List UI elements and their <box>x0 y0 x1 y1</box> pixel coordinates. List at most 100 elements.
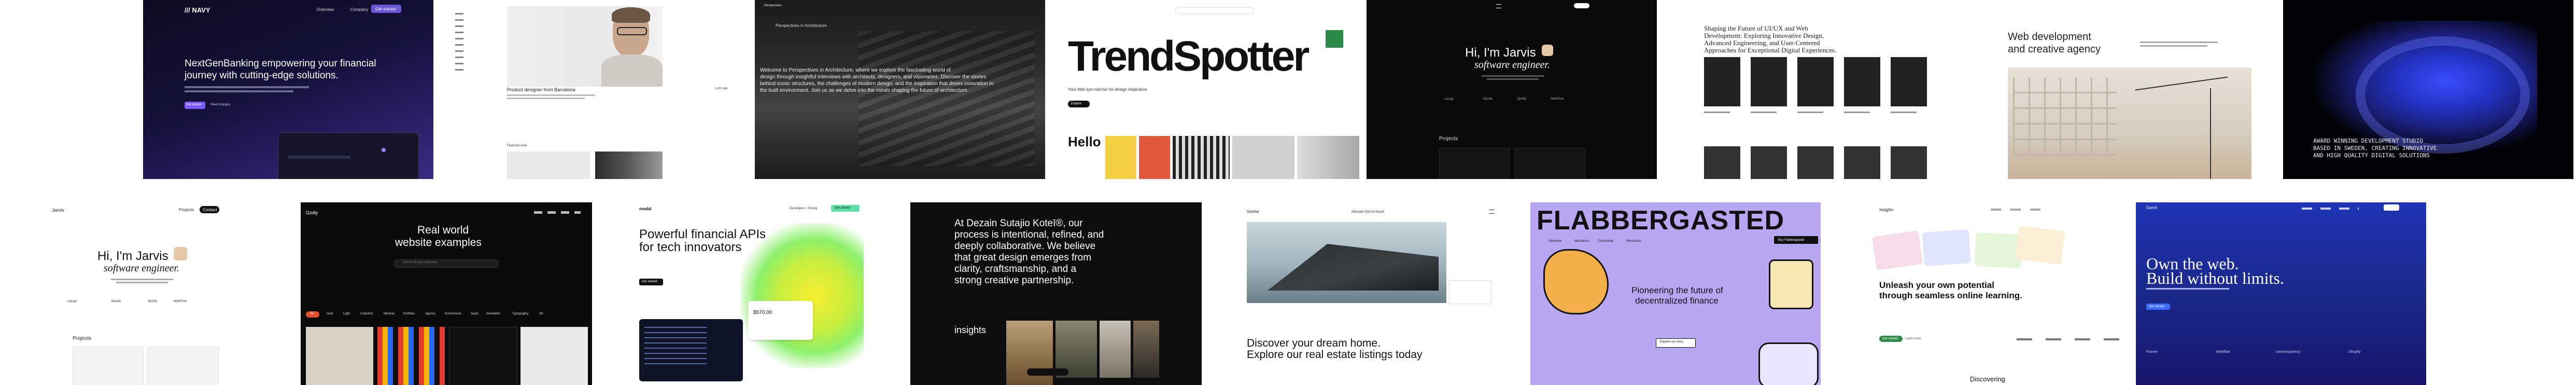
learn-more-link[interactable]: Learn more <box>1905 337 1921 340</box>
media-controls[interactable] <box>1027 368 1068 376</box>
project-card[interactable] <box>148 347 219 385</box>
hello-thumb[interactable]: Hello <box>1068 134 1101 150</box>
example-thumb[interactable] <box>377 327 445 385</box>
project-card[interactable] <box>1514 148 1585 179</box>
docs-label: Explore our docs <box>1660 340 1684 343</box>
tile-sunrise[interactable]: Sunrise Houses Get in touch Discover you… <box>1236 202 1506 385</box>
logo[interactable]: Godly <box>306 210 318 215</box>
tile-financial-apis[interactable]: modal Developers Pricing Get started Pow… <box>626 202 864 385</box>
tag-label[interactable]: Colourful <box>360 312 373 315</box>
tile-shaping-future[interactable]: Shaping the Future of UI/UX and Web Deve… <box>1676 0 1966 179</box>
example-thumb[interactable] <box>449 327 517 385</box>
logo[interactable]: Jarvis <box>52 208 64 213</box>
nav-links[interactable]: Houses Get in touch <box>1352 210 1384 214</box>
tag-label[interactable]: 3D <box>539 312 543 315</box>
menu-icon[interactable] <box>1489 210 1494 214</box>
secondary-cta[interactable]: Read changes <box>210 103 231 106</box>
nav-item-company[interactable]: Company <box>350 7 368 12</box>
contact-link[interactable]: Let's talk <box>715 87 728 90</box>
nav-links[interactable] <box>534 211 581 214</box>
nav-links[interactable] <box>1991 209 2048 211</box>
tile-dezain[interactable]: At Dezain Sutajio Koteī®, our process is… <box>910 202 1202 385</box>
tile-web-agency[interactable]: Web development and creative agency <box>1984 0 2275 179</box>
headline: Shaping the Future of UI/UX and Web Deve… <box>1704 24 1837 54</box>
example-thumb[interactable] <box>520 327 588 385</box>
gallery-thumb[interactable] <box>1173 136 1230 179</box>
contact-label: Contact <box>203 208 217 212</box>
tagline-line-1: AWARD WINNING DEVELOPMENT STUDIO <box>2313 138 2423 144</box>
insight-image[interactable] <box>1133 321 1159 378</box>
partner-logos <box>2017 338 2125 340</box>
decor-shape <box>1543 249 1609 314</box>
work-thumb[interactable] <box>507 152 590 179</box>
tile-insight-learning[interactable]: Insight+ Unleash your own potential thro… <box>1851 202 2141 385</box>
portrait-grid-row-2 <box>1704 146 1937 179</box>
nav-item-projects[interactable]: Projects <box>179 208 194 212</box>
logo[interactable]: modal <box>639 207 652 211</box>
process-line-5: clarity, craftsmanship, and a <box>954 264 1077 274</box>
projects-heading: Projects <box>1439 136 1458 142</box>
gallery-thumb[interactable] <box>1232 136 1294 179</box>
project-card[interactable] <box>73 347 144 385</box>
nav-item-developers[interactable]: Developers <box>790 207 805 210</box>
body-text <box>507 98 585 99</box>
tag-label[interactable]: Agency <box>425 312 435 315</box>
gallery-thumb[interactable] <box>1297 136 1359 179</box>
client-logo: Spotify <box>148 300 158 303</box>
nav-item[interactable]: Resources <box>1626 240 1641 243</box>
tile-godly[interactable]: Godly Real world website examples Search… <box>301 202 592 385</box>
tag-label[interactable]: Light <box>343 312 350 315</box>
architecture-stair <box>858 31 1035 166</box>
partner-logo: Lemonsqueezy <box>2276 350 2301 354</box>
tag-label[interactable]: Minimal <box>384 312 395 315</box>
nav-item[interactable]: Overview <box>1549 240 1561 243</box>
search-bar[interactable] <box>1175 7 1254 13</box>
nav-item-overview[interactable]: Overview <box>317 7 334 12</box>
projects-heading: Projects <box>73 336 92 341</box>
gallery-thumb[interactable] <box>1105 136 1136 179</box>
gallery-thumb[interactable] <box>1139 136 1170 179</box>
tile-flabbergasted[interactable]: FLABBERGASTED Overview Mechanics Communi… <box>1530 202 1821 385</box>
nav-item[interactable]: Mechanics <box>1574 240 1589 243</box>
nav-item-pricing[interactable]: Pricing <box>808 207 817 210</box>
logo[interactable]: /// NAVY <box>185 6 210 14</box>
tag-label[interactable]: Animation <box>486 312 500 315</box>
tile-award-studio[interactable]: AWARD WINNING DEVELOPMENT STUDIO BASED I… <box>2283 0 2573 179</box>
nav-item[interactable]: Community <box>1598 240 1613 243</box>
tile-perspectives[interactable]: Perspectives Perspectives in Architectur… <box>755 0 1045 179</box>
avatar <box>1542 45 1553 56</box>
nav-links[interactable] <box>2302 208 2359 210</box>
tag-label[interactable]: Typography <box>512 312 528 315</box>
tag-label[interactable]: Dark <box>327 312 333 315</box>
brand-logo[interactable]: Perspectives <box>764 4 782 7</box>
tag-label[interactable]: Portfolio <box>403 312 415 315</box>
nav-pill[interactable] <box>1574 3 1589 8</box>
logo[interactable]: Insight+ <box>1879 208 1894 212</box>
logo[interactable]: Gen® <box>2146 205 2157 210</box>
nav-cta-button[interactable] <box>2384 204 2399 211</box>
payment-amount: $570.00 <box>753 310 772 315</box>
tag-label[interactable]: SaaS <box>471 312 478 315</box>
nav-cta-label: Get started <box>835 207 850 210</box>
insight-image[interactable] <box>1100 321 1131 378</box>
tile-nextgen-banking[interactable]: /// NAVY Overview Company Get started Ne… <box>143 0 433 179</box>
project-card[interactable] <box>1439 148 1510 179</box>
logo[interactable]: Sunrise <box>1247 210 1259 214</box>
work-thumb[interactable] <box>595 152 663 179</box>
tagline-line-2: BASED IN SWEDEN, CREATING INNOVATIVE <box>2313 145 2437 152</box>
client-logo: Mazda <box>1483 98 1493 101</box>
tile-product-designer[interactable]: Product designer from Barcelona Let's ta… <box>446 0 736 179</box>
insights-heading: insights <box>954 325 987 335</box>
listing-card[interactable] <box>1449 280 1491 304</box>
section-heading: Discovering <box>1970 375 2005 383</box>
tile-jarvis-light[interactable]: Jarvis Projects Contact Hi, I'm Jarvis s… <box>0 202 288 385</box>
tile-trendspotter[interactable]: TrendSpotter Your little eye-catcher for… <box>1064 0 1364 179</box>
tag-label[interactable]: Ecommerce <box>445 312 461 315</box>
menu-icon[interactable] <box>1496 4 1501 8</box>
buy-label: Buy Flabbergasted <box>1778 239 1805 242</box>
example-thumb[interactable] <box>306 327 373 385</box>
tile-own-the-web[interactable]: Gen® Own the web. Build without limits. … <box>2136 202 2426 385</box>
dashboard-card-dot <box>382 148 386 152</box>
tile-jarvis-dark[interactable]: Hi, I'm Jarvis software engineer. LaLiga… <box>1367 0 1657 179</box>
subtext-line <box>185 86 309 88</box>
